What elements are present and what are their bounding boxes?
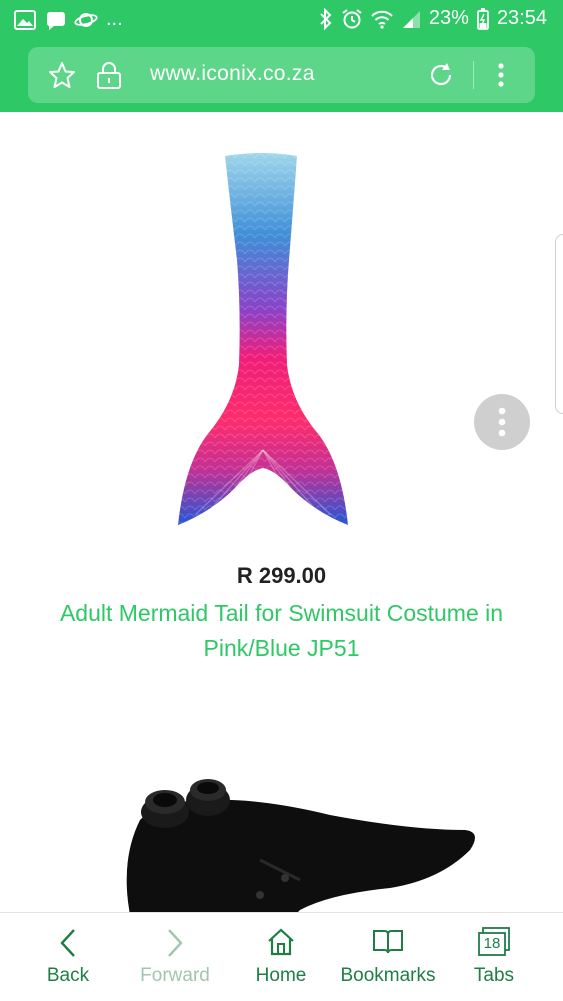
edge-panel-handle[interactable] bbox=[555, 234, 563, 414]
signal-icon bbox=[402, 10, 420, 28]
bluetooth-icon bbox=[320, 7, 332, 30]
status-bar: ... 23% 23:54 bbox=[0, 0, 563, 40]
alarm-icon bbox=[342, 8, 362, 28]
home-button[interactable]: Home bbox=[231, 913, 331, 1001]
browser-top-bar: ... 23% 23:54 www.iconix.co.za bbox=[0, 0, 563, 112]
url-bar-divider bbox=[473, 61, 474, 89]
lock-icon[interactable] bbox=[96, 60, 122, 90]
chevron-left-icon bbox=[60, 929, 75, 957]
home-label: Home bbox=[255, 965, 307, 986]
product-image-monofin[interactable] bbox=[110, 770, 510, 912]
battery-percent: 23% bbox=[428, 7, 469, 29]
battery-icon bbox=[477, 7, 489, 30]
url-text[interactable]: www.iconix.co.za bbox=[150, 62, 315, 86]
book-icon bbox=[373, 930, 403, 954]
bookmark-star-icon[interactable] bbox=[48, 61, 76, 89]
notification-icons: ... bbox=[14, 8, 123, 31]
url-bar[interactable]: www.iconix.co.za bbox=[28, 47, 535, 103]
more-options-icon[interactable] bbox=[493, 61, 509, 89]
product-price: R 299.00 bbox=[236, 563, 327, 588]
back-button[interactable]: Back bbox=[18, 913, 118, 1001]
back-label: Back bbox=[46, 965, 90, 986]
more-notifications-text: ... bbox=[106, 8, 123, 30]
floating-menu-button[interactable] bbox=[474, 394, 530, 450]
planet-icon bbox=[74, 12, 98, 27]
tabs-icon: 18 bbox=[477, 927, 511, 957]
tabs-label: Tabs bbox=[473, 965, 515, 986]
reload-icon[interactable] bbox=[426, 60, 456, 90]
tabs-count: 18 bbox=[483, 935, 501, 952]
product-title-link[interactable]: Adult Mermaid Tail for Swimsuit Costume … bbox=[30, 596, 533, 666]
web-page-content: R 299.00 Adult Mermaid Tail for Swimsuit… bbox=[0, 112, 563, 912]
system-icons: 23% 23:54 bbox=[319, 7, 547, 30]
bottom-nav-bar: Back Forward Home Bookmarks 18 Tabs bbox=[0, 912, 563, 1000]
bookmarks-label: Bookmarks bbox=[340, 965, 436, 986]
product-image-mermaid-tail[interactable] bbox=[165, 150, 365, 535]
more-vert-icon bbox=[498, 407, 506, 437]
chevron-right-icon bbox=[168, 929, 183, 957]
forward-label: Forward bbox=[140, 965, 210, 986]
chat-bubble-icon bbox=[46, 11, 65, 30]
forward-button[interactable]: Forward bbox=[125, 913, 225, 1001]
home-icon bbox=[268, 928, 294, 956]
tabs-button[interactable]: 18 Tabs bbox=[444, 913, 544, 1001]
clock: 23:54 bbox=[496, 7, 547, 29]
gallery-icon bbox=[14, 9, 36, 30]
bookmarks-button[interactable]: Bookmarks bbox=[334, 913, 442, 1001]
wifi-icon bbox=[371, 10, 393, 29]
